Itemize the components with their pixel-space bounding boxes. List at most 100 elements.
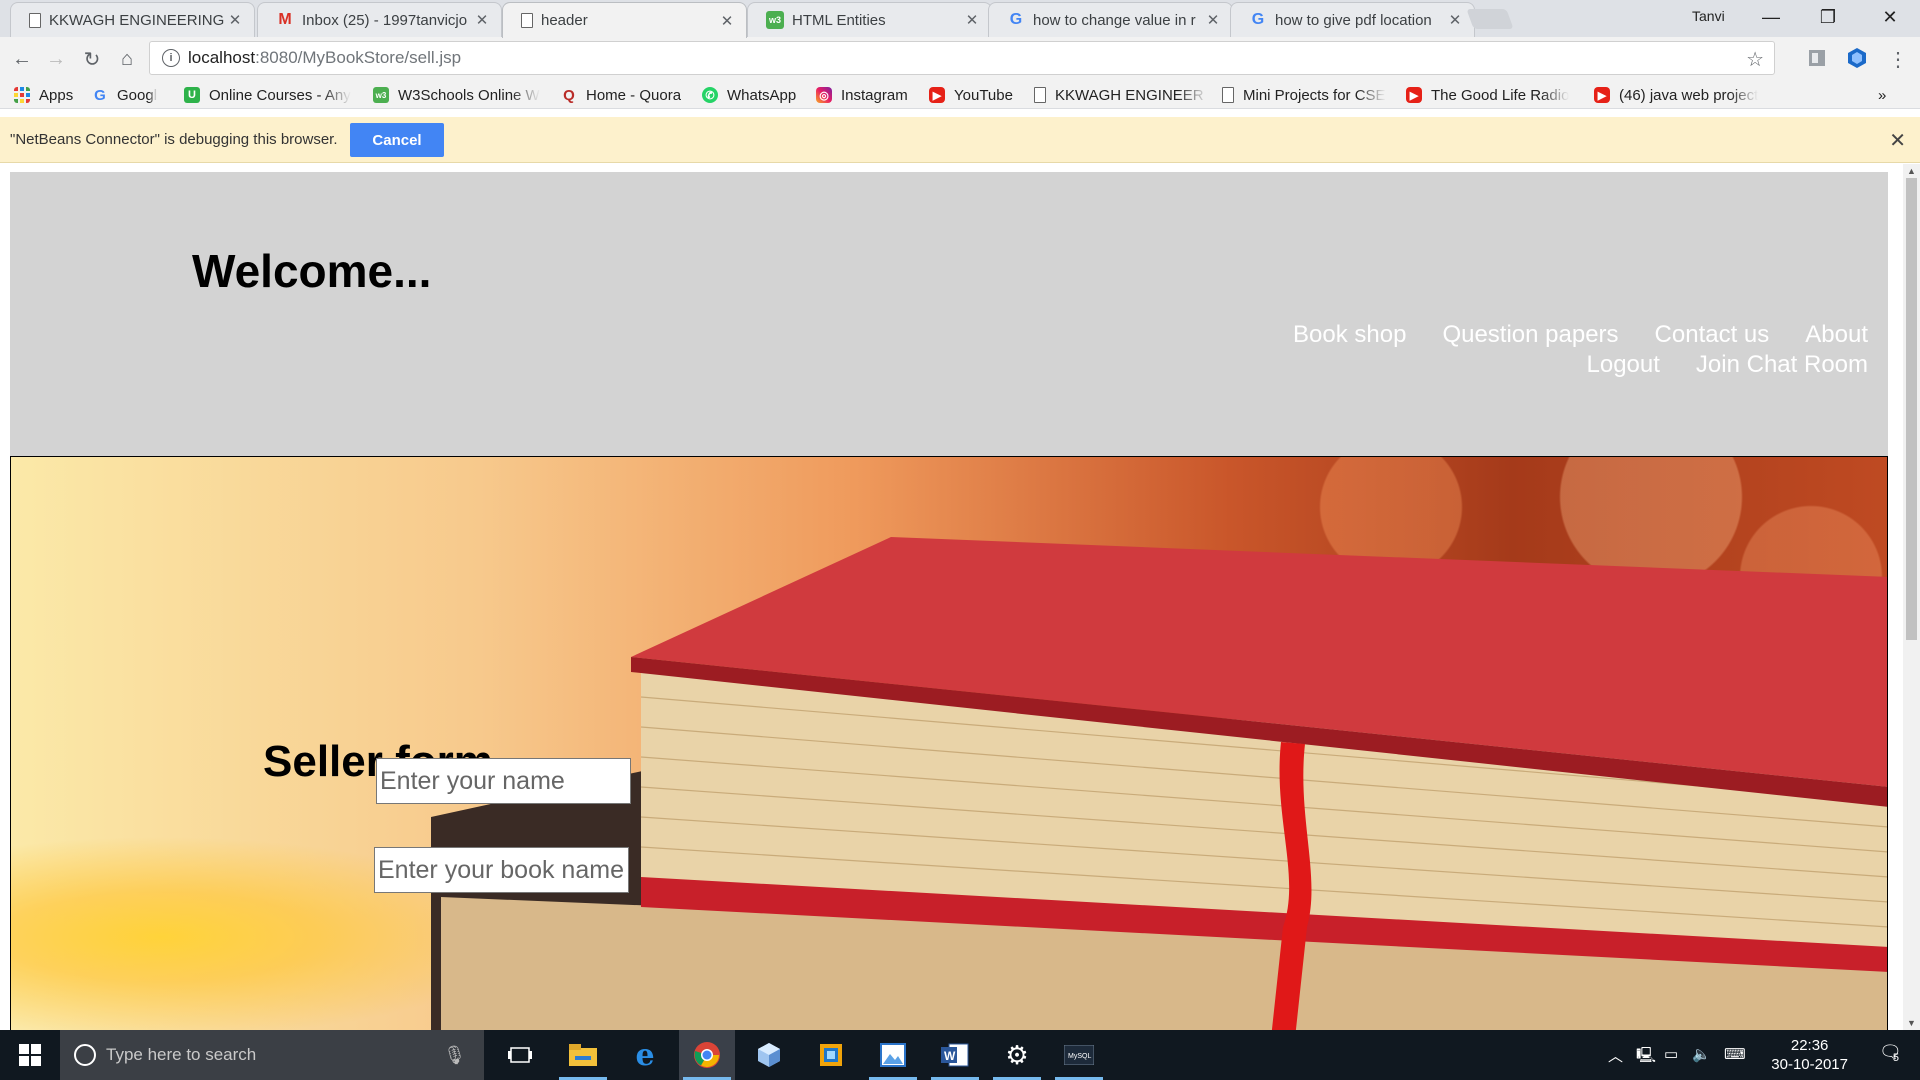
tab-header[interactable]: header ✕ [502,2,747,38]
reload-icon[interactable]: ↻ [76,43,108,75]
taskbar-search[interactable]: Type here to search 🎙 [60,1030,484,1080]
tab-kkwagh[interactable]: KKWAGH ENGINEERING ✕ [10,2,255,37]
close-icon[interactable]: ✕ [473,11,491,29]
bookmark-google[interactable]: G Googl [92,85,162,105]
word-icon[interactable]: W [927,1030,983,1080]
nav-logout[interactable]: Logout [1587,351,1660,378]
cortana-icon [74,1044,96,1066]
tab-title: KKWAGH ENGINEERING [49,11,225,29]
extension-icon[interactable] [1806,47,1828,69]
apps-grid-icon [14,87,30,103]
tab-html-entities[interactable]: w3 HTML Entities ✕ [747,2,992,37]
close-icon[interactable]: ✕ [1204,11,1222,29]
close-icon[interactable]: ✕ [1446,11,1464,29]
notifications-icon[interactable]: 🗨5 [1879,1042,1908,1064]
info-icon[interactable]: i [162,49,180,67]
scroll-down-icon[interactable]: ▼ [1907,1018,1916,1028]
bookmark-label: Googl [117,86,158,104]
bookmark-label: The Good Life Radio [1431,86,1570,104]
search-placeholder: Type here to search [106,1045,257,1064]
tab-google-search-2[interactable]: G how to give pdf location ✕ [1230,2,1475,37]
w3schools-icon: w3 [373,87,389,103]
svg-text:W: W [944,1049,956,1063]
nav-question-papers[interactable]: Question papers [1442,321,1618,348]
chrome-icon[interactable] [679,1030,735,1080]
bookmark-instagram[interactable]: ◎ Instagram [816,85,908,105]
book-name-input[interactable] [374,847,629,893]
site-nav: Book shop Question papers Contact us About L… [1248,321,1868,381]
close-icon[interactable]: ✕ [963,11,981,29]
close-icon[interactable]: ✕ [1889,128,1906,153]
bookmark-label: WhatsApp [727,86,797,104]
page-icon [1034,87,1046,103]
bookmark-java-web-project[interactable]: ▶ (46) java web project [1594,85,1766,105]
scroll-up-icon[interactable]: ▲ [1907,166,1916,176]
task-view-icon[interactable] [492,1030,548,1080]
nav-join-chat-room[interactable]: Join Chat Room [1696,351,1868,378]
cancel-button[interactable]: Cancel [350,123,444,157]
battery-icon[interactable]: ▭ [1664,1045,1678,1063]
nav-book-shop[interactable]: Book shop [1293,321,1406,348]
minimize-icon[interactable]: — [1743,0,1799,34]
bookmark-w3schools[interactable]: w3 W3Schools Online W [373,85,545,105]
window-close-icon[interactable]: ✕ [1862,0,1918,34]
google-icon: G [94,86,106,104]
virtualbox-icon[interactable] [741,1030,797,1080]
file-explorer-icon[interactable] [555,1030,611,1080]
page-icon [1222,87,1234,103]
start-button[interactable] [0,1030,60,1080]
profile-name[interactable]: Tanvi [1692,8,1725,24]
quora-icon: Q [563,86,575,104]
keyboard-icon[interactable]: ⌨ [1724,1045,1746,1063]
address-bar[interactable]: i localhost:8080/MyBookStore/sell.jsp ☆ [149,41,1775,75]
restore-icon[interactable]: ❐ [1800,0,1856,34]
settings-icon[interactable]: ⚙ [989,1030,1045,1080]
tab-inbox[interactable]: M Inbox (25) - 1997tanvicjo ✕ [257,2,502,37]
tab-google-search-1[interactable]: G how to change value in r ✕ [988,2,1233,37]
google-icon: G [1251,11,1265,28]
name-input[interactable] [376,758,631,804]
more-bookmarks-icon[interactable]: » [1878,85,1886,105]
chevron-up-icon[interactable]: ︿ [1608,1045,1623,1066]
bookmark-label: (46) java web project [1619,86,1759,104]
network-icon[interactable]: 🖳 [1636,1045,1656,1070]
forward-icon[interactable]: → [40,43,72,75]
close-icon[interactable]: ✕ [718,12,736,30]
menu-icon[interactable]: ⋮ [1882,43,1914,75]
bookmark-apps[interactable]: Apps [14,85,73,105]
tab-strip: KKWAGH ENGINEERING ✕ M Inbox (25) - 1997… [0,0,1920,38]
clock-date: 30-10-2017 [1771,1056,1848,1073]
bookmark-mini-projects[interactable]: Mini Projects for CSE [1222,85,1392,105]
new-tab-button[interactable] [1466,9,1514,29]
nav-about[interactable]: About [1805,321,1868,348]
netbeans-extension-icon[interactable] [1846,47,1868,69]
volume-icon[interactable]: 🔈 [1692,1045,1711,1063]
bookmark-good-life-radio[interactable]: ▶ The Good Life Radio [1406,85,1578,105]
close-icon[interactable]: ✕ [226,11,244,29]
bookmark-whatsapp[interactable]: ✆ WhatsApp [702,85,796,105]
nav-contact-us[interactable]: Contact us [1655,321,1770,348]
back-icon[interactable]: ← [6,43,38,75]
bookmark-kkwagh[interactable]: KKWAGH ENGINEERI [1034,85,1204,105]
photos-icon[interactable] [865,1030,921,1080]
whatsapp-icon: ✆ [702,87,718,103]
home-icon[interactable]: ⌂ [111,43,143,75]
url-text[interactable]: localhost:8080/MyBookStore/sell.jsp [188,48,461,68]
windows-taskbar: Type here to search 🎙 e W ⚙ MySQL ︿ 🖳 ▭ [0,1030,1920,1080]
edge-icon[interactable]: e [617,1030,673,1080]
youtube-icon: ▶ [1406,87,1422,103]
system-tray: ︿ 🖳 ▭ 🔈 ⌨ 22:36 30-10-2017 🗨5 [1600,1030,1920,1080]
clock[interactable]: 22:36 30-10-2017 [1771,1036,1848,1074]
bookmark-online-courses[interactable]: U Online Courses - Any [184,85,356,105]
app-icon[interactable] [803,1030,859,1080]
bookmark-youtube[interactable]: ▶ YouTube [929,85,1013,105]
scroll-thumb[interactable] [1906,178,1917,640]
bookmark-star-icon[interactable]: ☆ [1746,47,1764,72]
bookmark-quora[interactable]: Q Home - Quora [561,85,681,105]
browser-toolbar: ← → ↻ ⌂ i localhost:8080/MyBookStore/sel… [0,37,1920,81]
bookmarks-bar: Apps G Googl U Online Courses - Any w3 W… [0,81,1920,109]
svg-text:MySQL: MySQL [1068,1053,1091,1060]
microphone-icon[interactable]: 🎙 [443,1045,466,1066]
mysql-icon[interactable]: MySQL [1051,1030,1107,1080]
scrollbar[interactable]: ▲ ▼ [1903,164,1920,1030]
